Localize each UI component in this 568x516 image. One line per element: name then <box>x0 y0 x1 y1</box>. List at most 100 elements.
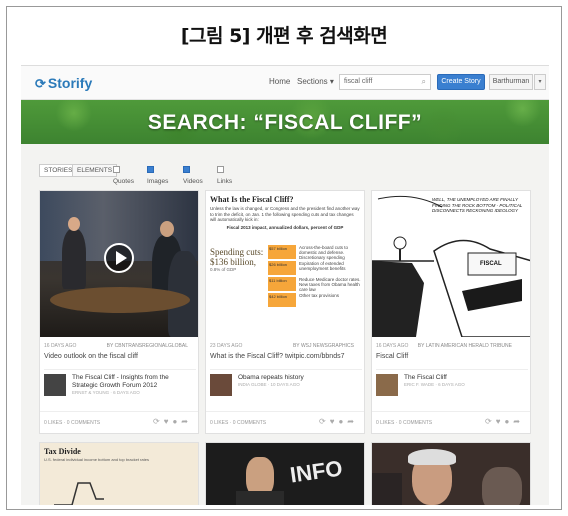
info-photo-text: INFO <box>288 455 344 488</box>
card-title[interactable]: Video outlook on the fiscal cliff <box>44 353 196 360</box>
row-desc: Reduce Medicare doctor rates. New taxes … <box>299 277 361 292</box>
row-amount: $57 billion <box>268 245 296 259</box>
share-icon[interactable]: ➦ <box>513 417 524 426</box>
spending-title: Spending cuts: $136 billion, <box>210 247 264 267</box>
card-footer: 0 LIKES · 0 COMMENTS ⟳♥●➦ <box>206 411 364 433</box>
card-time: 16 DAYS AGO <box>44 343 77 349</box>
nav-sections-dropdown[interactable]: Sections ▾ <box>297 77 334 86</box>
comment-icon[interactable]: ● <box>172 417 181 426</box>
storify-logo[interactable]: ⟳ Storify <box>35 75 92 92</box>
tax-divide-chart <box>54 482 104 505</box>
infographic-row: $42 billion Other tax provisions <box>268 293 362 308</box>
cartoon-image[interactable]: WELL, THE UNEMPLOYED ARE FINALLY FINDING… <box>372 191 530 337</box>
card-actions: ⟳♥●➦ <box>485 417 524 426</box>
share-icon[interactable]: ➦ <box>347 417 358 426</box>
video-thumbnail[interactable] <box>40 191 198 337</box>
row-amount: $11 billion <box>268 277 296 291</box>
result-card-cartoon[interactable]: WELL, THE UNEMPLOYED ARE FINALLY FINDING… <box>371 190 531 434</box>
top-navigation-bar: ⟳ Storify Home Sections ▾ fiscal cliff ⌕ … <box>21 66 549 100</box>
row-desc: Expiration of extended unemployment bene… <box>299 261 346 271</box>
photo-background-person <box>372 473 402 505</box>
filter-label: Quotes <box>113 178 134 185</box>
create-story-button[interactable]: Create Story <box>437 74 485 90</box>
card-source[interactable]: BY CBNTRANSREGIONALGLOBAL <box>107 343 188 349</box>
filter-images-checkbox[interactable]: Images <box>147 165 168 185</box>
photo-person-hair <box>408 449 456 465</box>
search-icon[interactable]: ⌕ <box>422 77 426 87</box>
story-title[interactable]: The Fiscal Cliff - Insights from the Str… <box>72 374 196 390</box>
storify-action-icon[interactable]: ⟳ <box>153 417 164 426</box>
card-time: 16 DAYS AGO <box>376 343 409 349</box>
photo-background-person <box>482 467 522 505</box>
likes-count: 0 LIKES · 0 COMMENTS <box>376 420 433 426</box>
filter-links-checkbox[interactable]: Links <box>217 165 232 185</box>
result-card-politician-photo[interactable] <box>371 442 531 505</box>
storify-logo-icon: ⟳ <box>35 76 46 91</box>
card-title[interactable]: Fiscal Cliff <box>376 353 528 360</box>
card-meta: 23 DAYS AGO BY WSJ NEWSGRAPHICS <box>210 343 362 349</box>
story-thumbnail <box>210 374 232 396</box>
card-meta: 16 DAYS AGO BY CBNTRANSREGIONALGLOBAL <box>44 343 196 349</box>
search-banner-title: SEARCH: “FISCAL CLIFF” <box>147 111 423 134</box>
card-source[interactable]: BY LATIN AMERICAN HERALD TRIBUNE <box>418 343 512 349</box>
search-input[interactable]: fiscal cliff ⌕ <box>339 74 431 90</box>
filter-quotes-checkbox[interactable]: Quotes <box>113 165 134 185</box>
card-source[interactable]: BY WSJ NEWSGRAPHICS <box>293 343 354 349</box>
nav-home-link[interactable]: Home <box>269 77 290 86</box>
video-person <box>62 229 86 289</box>
play-icon[interactable] <box>104 243 134 273</box>
story-byline: ERIC F. WADE · 6 DAYS AGO <box>404 382 465 387</box>
card-title[interactable]: What is the Fiscal Cliff? twitpic.com/bb… <box>210 353 362 360</box>
storify-action-icon[interactable]: ⟳ <box>319 417 330 426</box>
story-thumbnail <box>44 374 66 396</box>
cartoon-sign-text: FISCAL <box>480 261 502 267</box>
infographic-row: $26 billion Expiration of extended unempl… <box>268 261 362 276</box>
infographic-subheading: Fiscal 2013 impact, annualized dollars, … <box>226 224 344 230</box>
story-title[interactable]: The Fiscal Cliff <box>404 374 528 382</box>
row-amount: $26 billion <box>268 261 296 275</box>
share-icon[interactable]: ➦ <box>181 417 192 426</box>
related-story[interactable]: The Fiscal Cliff ERIC F. WADE · 6 DAYS A… <box>376 369 528 399</box>
infographic-rows: $57 billion Across-the-board cuts to dome… <box>268 245 362 309</box>
checkbox-checked-icon <box>147 166 154 173</box>
video-person-head <box>160 221 174 237</box>
filter-label: Links <box>217 178 233 185</box>
result-card-tax-divide[interactable]: Tax Divide U.S. federal individual incom… <box>39 442 199 505</box>
tax-divide-subtitle: U.S. federal individual income bottom an… <box>44 457 149 462</box>
likes-count: 0 LIKES · 0 COMMENTS <box>44 420 101 426</box>
spending-gdp: 0.8% of GDP <box>210 267 237 272</box>
filter-label: Videos <box>183 178 203 185</box>
related-story[interactable]: Obama repeats history INDIA GLOBE · 10 D… <box>210 369 362 399</box>
cartoon-speech-text: WELL, THE UNEMPLOYED ARE FINALLY FINDING… <box>432 197 523 213</box>
search-banner: SEARCH: “FISCAL CLIFF” <box>21 100 549 144</box>
user-menu-button[interactable]: Barthurman <box>489 74 533 90</box>
filter-label: Images <box>147 178 169 185</box>
checkbox-checked-icon <box>183 166 190 173</box>
related-story[interactable]: The Fiscal Cliff - Insights from the Str… <box>44 369 196 399</box>
checkbox-unchecked-icon <box>113 166 120 173</box>
figure-caption: [그림 5] 개편 후 검색화면 <box>180 25 388 47</box>
result-card-info-photo[interactable]: INFO <box>205 442 365 505</box>
video-person-head <box>68 217 80 231</box>
card-actions: ⟳♥●➦ <box>153 417 192 426</box>
filter-videos-checkbox[interactable]: Videos <box>183 165 203 185</box>
storify-action-icon[interactable]: ⟳ <box>485 417 496 426</box>
tax-divide-title: Tax Divide <box>44 447 81 456</box>
comment-icon[interactable]: ● <box>504 417 513 426</box>
result-card-infographic[interactable]: What Is the Fiscal Cliff? Unless the law… <box>205 190 365 434</box>
storify-screenshot: ⟳ Storify Home Sections ▾ fiscal cliff ⌕ … <box>21 65 549 505</box>
infographic-spending-label: Spending cuts: $136 billion, 0.8% of GDP <box>210 247 266 273</box>
card-footer: 0 LIKES · 0 COMMENTS ⟳♥●➦ <box>40 411 198 433</box>
result-card-video[interactable]: 16 DAYS AGO BY CBNTRANSREGIONALGLOBAL Vid… <box>39 190 199 434</box>
row-amount: $42 billion <box>268 293 296 307</box>
infographic-image[interactable]: What Is the Fiscal Cliff? Unless the law… <box>206 191 364 337</box>
story-title[interactable]: Obama repeats history <box>238 374 362 382</box>
tab-elements[interactable]: ELEMENTS <box>72 164 118 177</box>
card-meta: 16 DAYS AGO BY LATIN AMERICAN HERALD TRIB… <box>376 343 528 349</box>
infographic-text: Unless the law is changed, or Congress a… <box>210 206 360 222</box>
comment-icon[interactable]: ● <box>338 417 347 426</box>
user-menu-chevron-down-icon[interactable]: ▾ <box>534 74 546 90</box>
card-footer: 0 LIKES · 0 COMMENTS ⟳♥●➦ <box>372 411 530 433</box>
photo-person-body <box>236 491 284 505</box>
card-time: 23 DAYS AGO <box>210 343 243 349</box>
